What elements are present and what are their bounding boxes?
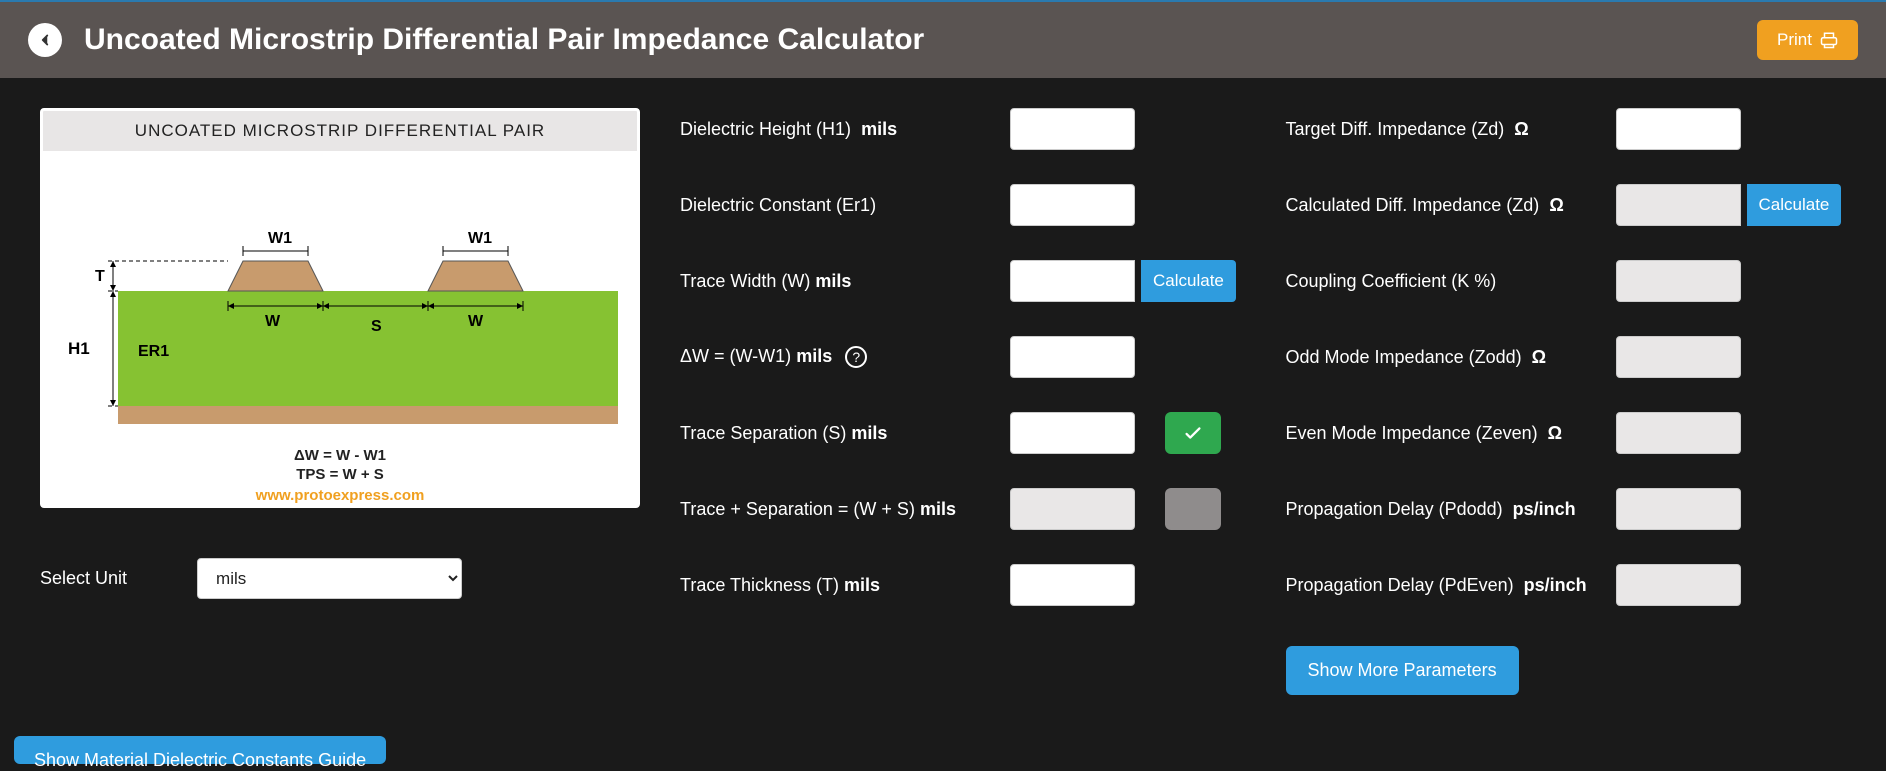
diagram-card: UNCOATED MICROSTRIP DIFFERENTIAL PAIR W1 bbox=[40, 108, 640, 508]
check-icon bbox=[1182, 422, 1204, 444]
field-zd-calc: Calculated Diff. Impedance (Zd) Ω Calcul… bbox=[1286, 184, 1847, 226]
help-icon[interactable]: ? bbox=[845, 346, 867, 368]
diagram-w-a: W bbox=[265, 313, 281, 330]
field-ws: Trace + Separation = (W + S) mils bbox=[680, 488, 1241, 530]
input-zeven bbox=[1616, 412, 1741, 454]
field-zodd: Odd Mode Impedance (Zodd) Ω bbox=[1286, 336, 1847, 378]
field-er1: Dielectric Constant (Er1) bbox=[680, 184, 1241, 226]
input-zodd bbox=[1616, 336, 1741, 378]
unit-row: Select Unit mils bbox=[40, 558, 640, 599]
field-h1: Dielectric Height (H1) mils bbox=[680, 108, 1241, 150]
label-ws: Trace + Separation = (W + S) mils bbox=[680, 499, 1000, 520]
page-title: Uncoated Microstrip Differential Pair Im… bbox=[84, 23, 924, 57]
field-s: Trace Separation (S) mils bbox=[680, 412, 1241, 454]
label-pdeven: Propagation Delay (PdEven) ps/inch bbox=[1286, 575, 1606, 596]
field-pdeven: Propagation Delay (PdEven) ps/inch bbox=[1286, 564, 1847, 606]
input-pdeven bbox=[1616, 564, 1741, 606]
field-zd-target: Target Diff. Impedance (Zd) Ω bbox=[1286, 108, 1847, 150]
diagram-w-b: W bbox=[468, 313, 484, 330]
label-zodd: Odd Mode Impedance (Zodd) Ω bbox=[1286, 347, 1606, 368]
unit-select[interactable]: mils bbox=[197, 558, 462, 599]
label-k: Coupling Coefficient (K %) bbox=[1286, 271, 1606, 292]
label-zd-calc: Calculated Diff. Impedance (Zd) Ω bbox=[1286, 195, 1606, 216]
input-zd-target[interactable] bbox=[1616, 108, 1741, 150]
field-dw: ΔW = (W-W1) mils ? bbox=[680, 336, 1241, 378]
diagram-s: S bbox=[371, 318, 382, 335]
diagram-er1: ER1 bbox=[138, 343, 169, 360]
label-h1: Dielectric Height (H1) mils bbox=[680, 119, 1000, 140]
diagram-w1-a: W1 bbox=[268, 230, 292, 247]
left-column: UNCOATED MICROSTRIP DIFFERENTIAL PAIR W1 bbox=[40, 108, 640, 599]
label-s: Trace Separation (S) mils bbox=[680, 423, 1000, 444]
input-zd-calc bbox=[1616, 184, 1741, 226]
page-header: Uncoated Microstrip Differential Pair Im… bbox=[0, 0, 1886, 78]
show-more-parameters-button[interactable]: Show More Parameters bbox=[1286, 646, 1519, 695]
input-t[interactable] bbox=[1010, 564, 1135, 606]
calculate-zd-button[interactable]: Calculate bbox=[1747, 184, 1842, 226]
form-columns: Dielectric Height (H1) mils Dielectric C… bbox=[680, 108, 1846, 695]
back-button[interactable] bbox=[28, 23, 62, 57]
input-w[interactable] bbox=[1010, 260, 1135, 302]
content-area: UNCOATED MICROSTRIP DIFFERENTIAL PAIR W1 bbox=[0, 78, 1886, 715]
print-icon bbox=[1820, 31, 1838, 49]
label-zeven: Even Mode Impedance (Zeven) Ω bbox=[1286, 423, 1606, 444]
header-left: Uncoated Microstrip Differential Pair Im… bbox=[28, 23, 924, 57]
diagram-body: W1 W1 T H1 bbox=[43, 151, 637, 441]
label-er1: Dielectric Constant (Er1) bbox=[680, 195, 1000, 216]
arrow-left-icon bbox=[36, 31, 54, 49]
diagram-url: www.protoexpress.com bbox=[43, 487, 637, 504]
input-pdodd bbox=[1616, 488, 1741, 530]
field-zeven: Even Mode Impedance (Zeven) Ω bbox=[1286, 412, 1847, 454]
input-ws bbox=[1010, 488, 1135, 530]
diagram-eq1: ΔW = W - W1 bbox=[43, 447, 637, 464]
print-button[interactable]: Print bbox=[1757, 20, 1858, 60]
field-t: Trace Thickness (T) mils bbox=[680, 564, 1241, 606]
label-pdodd: Propagation Delay (Pdodd) ps/inch bbox=[1286, 499, 1606, 520]
form-col-b: Target Diff. Impedance (Zd) Ω Calculated… bbox=[1286, 108, 1847, 695]
field-w: Trace Width (W) mils Calculate bbox=[680, 260, 1241, 302]
field-pdodd: Propagation Delay (Pdodd) ps/inch bbox=[1286, 488, 1847, 530]
input-dw[interactable] bbox=[1010, 336, 1135, 378]
confirm-s-button[interactable] bbox=[1165, 412, 1221, 454]
label-w: Trace Width (W) mils bbox=[680, 271, 1000, 292]
input-h1[interactable] bbox=[1010, 108, 1135, 150]
label-dw: ΔW = (W-W1) mils ? bbox=[680, 346, 1000, 368]
diagram-footer: ΔW = W - W1 TPS = W + S www.protoexpress… bbox=[43, 441, 637, 508]
input-s[interactable] bbox=[1010, 412, 1135, 454]
unit-label: Select Unit bbox=[40, 568, 127, 589]
ws-disabled-button bbox=[1165, 488, 1221, 530]
print-button-label: Print bbox=[1777, 30, 1812, 50]
label-zd-target: Target Diff. Impedance (Zd) Ω bbox=[1286, 119, 1606, 140]
show-dielectric-guide-button[interactable]: Show Material Dielectric Constants Guide bbox=[14, 736, 386, 764]
diagram-eq2: TPS = W + S bbox=[43, 466, 637, 483]
calculate-w-button[interactable]: Calculate bbox=[1141, 260, 1236, 302]
diagram-w1-b: W1 bbox=[468, 230, 492, 247]
diagram-t: T bbox=[95, 268, 105, 285]
diagram-h1: H1 bbox=[68, 339, 90, 358]
label-t: Trace Thickness (T) mils bbox=[680, 575, 1000, 596]
diagram-title: UNCOATED MICROSTRIP DIFFERENTIAL PAIR bbox=[43, 111, 637, 151]
form-col-a: Dielectric Height (H1) mils Dielectric C… bbox=[680, 108, 1241, 695]
input-k bbox=[1616, 260, 1741, 302]
input-er1[interactable] bbox=[1010, 184, 1135, 226]
field-k: Coupling Coefficient (K %) bbox=[1286, 260, 1847, 302]
